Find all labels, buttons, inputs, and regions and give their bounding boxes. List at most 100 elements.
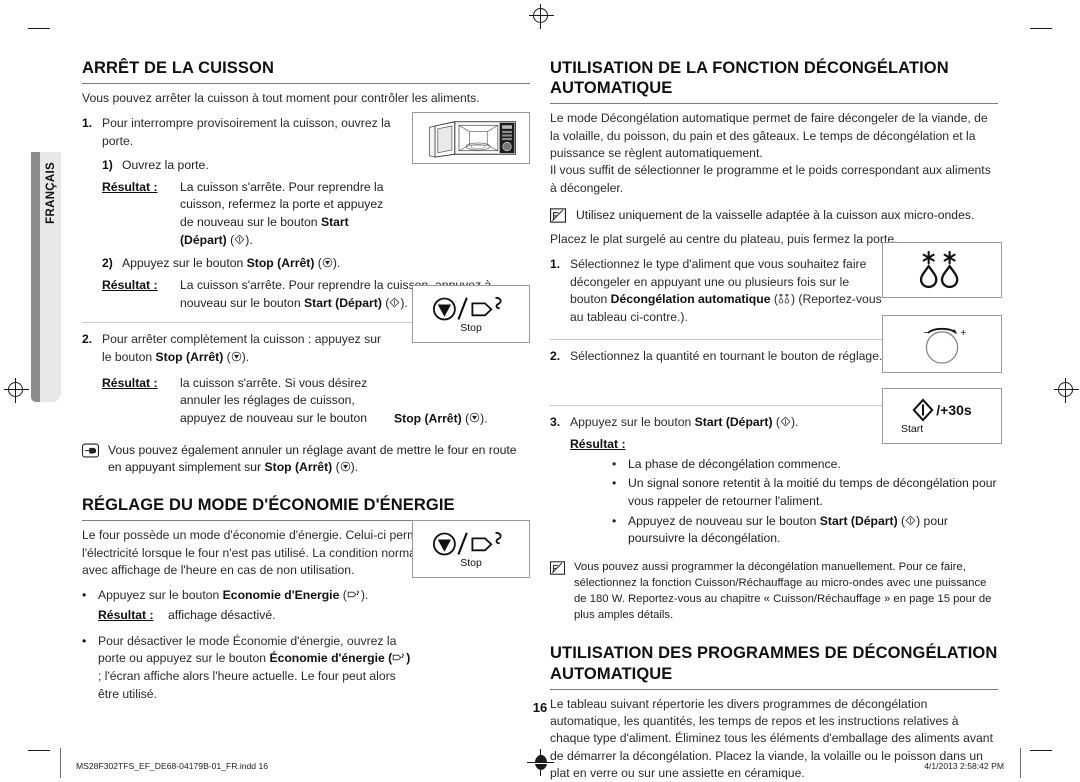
step-2-text: Pour arrêter complètement la cuisson : a…	[102, 332, 382, 365]
figure-stop-button-1: Stop	[412, 285, 530, 343]
intro-decongelation-1: Le mode Décongélation automatique permet…	[550, 111, 988, 160]
language-tab-francais: FRANÇAIS	[31, 152, 61, 402]
result-bullet-3-text: Appuyez de nouveau sur le bouton Start (…	[628, 513, 948, 546]
start-icon	[780, 415, 791, 429]
substep-2-stop: 2) Appuyez sur le bouton Stop (Arrêt) ()…	[102, 255, 530, 273]
stop-icon	[469, 411, 480, 425]
result-bullet-2: • Un signal sonore retentit à la moitié …	[612, 475, 998, 510]
bullet-2-text: Pour désactiver le mode Économie d'énerg…	[98, 633, 411, 701]
heading-reglage-economie-energie: RÉGLAGE DU MODE D'ÉCONOMIE D'ÉNERGIE	[82, 495, 530, 522]
knob-minus-label: −	[924, 328, 930, 339]
stop-energy-saving-icon	[432, 531, 502, 555]
page-number: 16	[532, 700, 548, 715]
bullet-1-text: Appuyez sur le bouton Economie d'Energie…	[98, 588, 369, 603]
start-icon	[905, 514, 916, 528]
note-annuler-text: Vous pouvez également annuler un réglage…	[108, 442, 517, 475]
start-plus30s-label: /+30s	[936, 401, 972, 418]
note-decongelation-manuelle: Vous pouvez aussi programmer la décongél…	[550, 560, 998, 623]
note-decongelation-manuelle-text: Vous pouvez aussi programmer la décongél…	[574, 561, 992, 621]
start-icon	[912, 397, 934, 422]
crop-mark-top-right-h	[1030, 28, 1052, 30]
result-4-label: Résultat :	[98, 607, 154, 622]
step-r2-number: 2.	[550, 348, 561, 363]
result-bullet-2-text: Un signal sonore retentit à la moitié du…	[628, 476, 997, 509]
substep-1-number: 1)	[102, 157, 113, 172]
note-vaisselle-text: Utilisez uniquement de la vaisselle adap…	[576, 207, 975, 222]
step-r2-text: Sélectionnez la quantité en tournant le …	[570, 348, 883, 363]
registration-mark-bottom	[527, 749, 554, 776]
figure-stop-caption-2: Stop	[460, 556, 482, 569]
substep-2-number: 2)	[102, 256, 113, 271]
result-4-text: affichage désactivé.	[168, 607, 276, 622]
crop-mark-bottom-right-h	[1030, 750, 1052, 752]
bullet-appuyez-economie: • Appuyez sur le bouton Economie d'Energ…	[82, 587, 530, 605]
result-3-block: Résultat : la cuisson s'arrête. Si vous …	[102, 375, 530, 428]
figure-stop-caption-1: Stop	[460, 321, 482, 334]
step-1-text: Pour interrompre provisoirement la cuiss…	[102, 116, 391, 149]
stop-icon	[231, 350, 242, 364]
language-tab-dark-edge	[31, 152, 40, 402]
result-bullet-1: • La phase de décongélation commence.	[612, 456, 998, 474]
language-tab-label: FRANÇAIS	[44, 162, 57, 224]
bullet-dot: •	[612, 476, 617, 491]
rotary-knob-illustration: − +	[924, 327, 966, 364]
stop-energy-saving-icon	[432, 296, 502, 320]
bullet-dot-2: •	[82, 633, 87, 648]
bullet-dot-1: •	[82, 588, 87, 603]
result-1-block: Résultat : La cuisson s'arrête. Pour rep…	[102, 179, 530, 250]
figure-rotary-knob: − +	[882, 315, 1002, 373]
result-4-block: Résultat : affichage désactivé.	[98, 607, 530, 625]
figure-open-microwave-oven	[412, 112, 530, 164]
result-1-label: Résultat :	[102, 179, 158, 194]
footer-filename: MS28F302TFS_EF_DE68-04179B-01_FR.indd 16	[76, 761, 269, 771]
bullet-dot: •	[612, 513, 617, 528]
intro-arret-cuisson: Vous pouvez arrêter la cuisson à tout mo…	[82, 91, 480, 106]
figure-start-button: /+30s Start	[882, 388, 1002, 444]
result-bullet-3: • Appuyez de nouveau sur le bouton Start…	[612, 513, 998, 548]
step-r1-number: 1.	[550, 256, 561, 271]
result-r3-bullets: • La phase de décongélation commence. • …	[612, 456, 998, 548]
result-1-text: La cuisson s'arrête. Pour reprendre la c…	[180, 179, 384, 247]
auto-defrost-icon	[778, 292, 791, 306]
memo-note-icon	[550, 207, 576, 225]
heading-arret-de-la-cuisson: ARRÊT DE LA CUISSON	[82, 58, 530, 85]
result-bullet-1-text: La phase de décongélation commence.	[628, 456, 841, 471]
energy-saving-icon	[347, 588, 361, 602]
start-icon	[234, 233, 245, 247]
registration-mark-left	[4, 378, 29, 403]
step-1-number: 1.	[82, 116, 93, 131]
crop-mark-bottom-left-h	[28, 750, 50, 752]
registration-mark-top	[529, 4, 554, 29]
memo-note-icon	[550, 560, 574, 623]
stop-icon	[322, 256, 333, 270]
figure-stop-button-2: Stop	[412, 520, 530, 578]
note-annuler-reglage: Vous pouvez également annuler un réglage…	[82, 442, 530, 477]
start-button-row: /+30s	[912, 397, 972, 422]
crop-mark-top-left-h	[28, 28, 50, 30]
result-3-text: la cuisson s'arrête. Si vous désirez ann…	[180, 375, 488, 426]
step-2-number: 2.	[82, 332, 93, 347]
language-tab-label-wrap: FRANÇAIS	[40, 152, 61, 402]
footer-rule-left	[60, 748, 61, 778]
stop-icon	[340, 460, 351, 474]
bullet-desactiver-economie: • Pour désactiver le mode Économie d'éne…	[82, 633, 530, 704]
substep-2-text: Appuyez sur le bouton Stop (Arrêt) ().	[122, 256, 341, 271]
manual-page: FRANÇAIS ARRÊT DE LA CUISSON Vous pouvez…	[0, 0, 1080, 782]
energy-saving-icon	[392, 651, 406, 665]
start-icon	[389, 296, 400, 310]
heading-utilisation-decongelation: UTILISATION DE LA FONCTION DÉCONGÉLATION…	[550, 58, 998, 105]
bullet-dot: •	[612, 456, 617, 471]
knob-plus-label: +	[960, 328, 966, 339]
figure-start-caption: Start	[901, 422, 924, 435]
note-vaisselle: Utilisez uniquement de la vaisselle adap…	[550, 207, 998, 225]
footer-timestamp: 4/1/2013 2:58:42 PM	[924, 761, 1004, 771]
step-r3-number: 3.	[550, 415, 561, 430]
heading-utilisation-programmes: UTILISATION DES PROGRAMMES DE DÉCONGÉLAT…	[550, 643, 998, 690]
auto-defrost-snowflake-droplet-icon	[919, 250, 959, 289]
figure-auto-defrost	[882, 242, 1002, 298]
result-3-label: Résultat :	[102, 375, 158, 390]
registration-mark-right	[1054, 378, 1079, 403]
pointing-hand-icon	[82, 442, 108, 477]
result-r3-label: Résultat :	[570, 437, 626, 452]
result-2-label: Résultat :	[102, 277, 158, 292]
